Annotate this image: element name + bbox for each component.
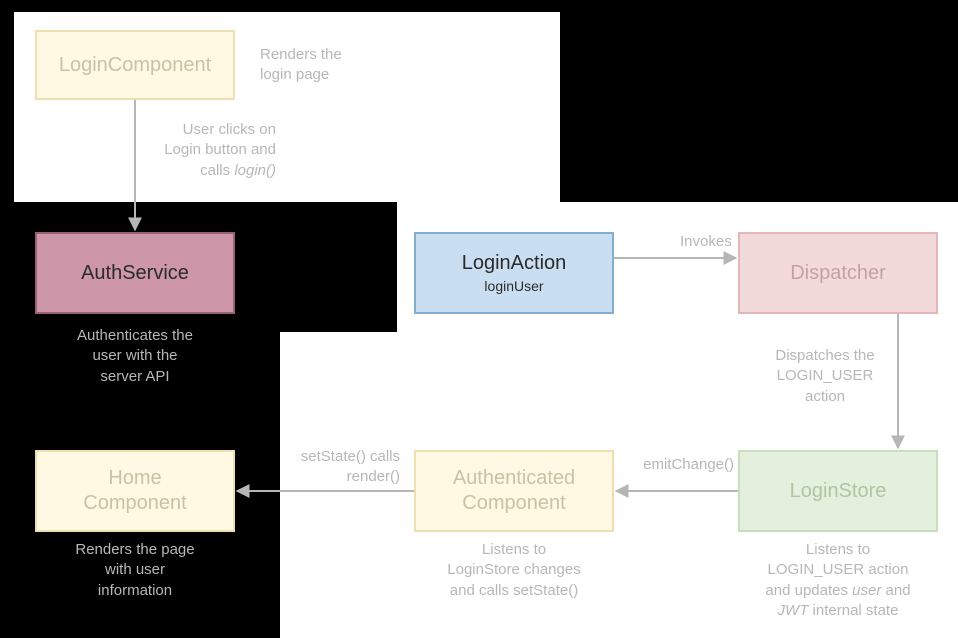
node-home-component: Home Component: [35, 450, 235, 532]
edge-label-login-to-auth: User clicks on Login button and calls lo…: [146, 120, 276, 181]
note-home-component: Renders the page with user information: [35, 540, 235, 601]
node-login-action-subtitle: loginUser: [484, 278, 543, 296]
note-login-component: Renders the login page: [260, 45, 410, 86]
note-auth-component: Listens to LoginStore changes and calls …: [414, 540, 614, 601]
edge-label-store-to-auth: emitChange(): [624, 455, 734, 475]
node-login-action: LoginAction loginUser: [414, 232, 614, 314]
node-dispatcher-title: Dispatcher: [790, 261, 886, 286]
node-login-store: LoginStore: [738, 450, 938, 532]
edge-label-auth-to-home: setState() calls render(): [250, 447, 400, 488]
node-auth-component-title-l2: Component: [462, 491, 565, 516]
note-login-store: Listens to LOGIN_USER action and updates…: [738, 540, 938, 621]
node-login-store-title: LoginStore: [790, 479, 887, 504]
node-auth-service-title: AuthService: [81, 261, 189, 286]
diagram-canvas: LoginComponent Renders the login page Au…: [0, 0, 958, 638]
node-login-component: LoginComponent: [35, 30, 235, 100]
node-login-component-title: LoginComponent: [59, 53, 211, 78]
edge-label-action-to-dispatcher: Invokes: [680, 232, 760, 252]
edge-label-dispatcher-to-store: Dispatches the LOGIN_USER action: [760, 346, 890, 407]
node-authenticated-component: Authenticated Component: [414, 450, 614, 532]
node-dispatcher: Dispatcher: [738, 232, 938, 314]
node-home-component-title-l2: Component: [83, 491, 186, 516]
node-home-component-title-l1: Home: [108, 466, 161, 491]
node-auth-component-title-l1: Authenticated: [453, 466, 575, 491]
node-auth-service: AuthService: [35, 232, 235, 314]
note-auth-service: Authenticates the user with the server A…: [35, 326, 235, 387]
node-login-action-title: LoginAction: [462, 251, 567, 276]
